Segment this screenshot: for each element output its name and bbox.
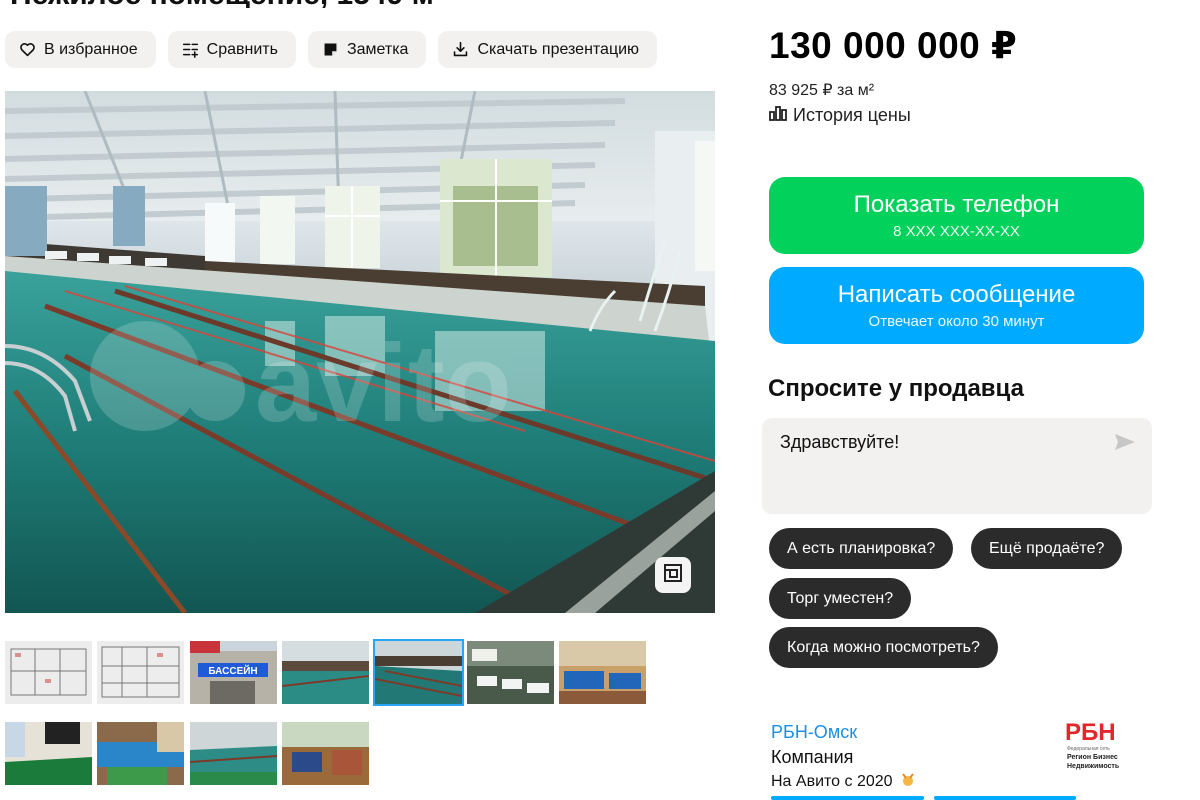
quick-question-chip[interactable]: Ещё продаёте? [971, 528, 1123, 569]
thumbnail[interactable] [282, 722, 369, 785]
listing-title: Нежилое помещение, 1549 м² [10, 0, 710, 8]
favorite-button[interactable]: В избранное [5, 31, 156, 68]
heart-icon [19, 41, 36, 58]
send-icon[interactable] [1114, 432, 1136, 457]
compare-icon [182, 41, 199, 58]
svg-text:avito: avito [255, 322, 512, 445]
ask-seller-message: Здравствуйте! [780, 432, 900, 452]
download-label: Скачать презентацию [477, 40, 640, 58]
price-history-label: История цены [793, 105, 911, 125]
thumbnail[interactable] [282, 641, 369, 704]
seller-logo-caption-2: Регион Бизнес [1067, 754, 1118, 761]
seller-since-text: На Авито с 2020 [771, 773, 893, 790]
expand-icon [663, 563, 683, 588]
contact-button-edge[interactable] [934, 796, 1076, 800]
seller-name-link[interactable]: РБН-Омск [771, 722, 857, 743]
medal-icon [900, 772, 916, 793]
seller-logo[interactable]: РБН Федеральная сеть Регион Бизнес Недви… [1062, 718, 1144, 776]
bar-chart-icon [769, 105, 787, 126]
show-phone-button[interactable]: Показать телефон 8 XXX XXX-XX-XX [769, 177, 1144, 254]
note-icon [322, 41, 339, 58]
price-per-m2: 83 925 ₽ за м² [769, 82, 875, 99]
quick-question-chip[interactable]: Торг уместен? [769, 578, 912, 619]
compare-label: Сравнить [206, 40, 278, 58]
listing-actions: В избранное Сравнить Заметка Скачать пре… [5, 31, 658, 68]
thumbnail[interactable] [559, 641, 646, 704]
thumbnail[interactable] [467, 641, 554, 704]
subscribe-button-edge[interactable] [771, 796, 924, 800]
reply-time-hint: Отвечает около 30 минут [868, 313, 1045, 330]
seller-type: Компания [771, 747, 854, 767]
listing-page: Нежилое помещение, 1549 м² В избранное С… [0, 0, 1200, 800]
compare-button[interactable]: Сравнить [167, 31, 296, 68]
ask-seller-title: Спросите у продавца [768, 375, 1024, 402]
note-button[interactable]: Заметка [307, 31, 427, 68]
quick-question-chip[interactable]: Когда можно посмотреть? [769, 627, 998, 668]
thumbnail[interactable]: БАССЕЙН [190, 641, 277, 704]
price-total: 130 000 000 ₽ [769, 25, 1018, 66]
download-presentation-button[interactable]: Скачать презентацию [438, 31, 658, 68]
show-phone-label: Показать телефон [853, 191, 1060, 218]
seller-since: На Авито с 2020 [771, 772, 916, 793]
open-gallery-button[interactable] [655, 557, 691, 593]
seller-logo-mark: РБН [1065, 719, 1116, 746]
download-icon [452, 41, 469, 58]
main-photo[interactable]: avito [5, 91, 715, 613]
seller-logo-caption-3: Недвижимость [1067, 763, 1120, 770]
thumbnail[interactable] [97, 641, 184, 704]
write-message-label: Написать сообщение [837, 281, 1076, 308]
thumbnail[interactable] [190, 722, 277, 785]
seller-logo-caption-1: Федеральная сеть [1067, 746, 1110, 752]
favorite-label: В избранное [44, 40, 138, 58]
masked-phone: 8 XXX XXX-XX-XX [893, 223, 1020, 240]
quick-question-chip[interactable]: А есть планировка? [769, 528, 954, 569]
thumbnail-active[interactable] [373, 639, 464, 706]
thumbnail[interactable] [97, 722, 184, 785]
thumbnail[interactable] [5, 722, 92, 785]
note-label: Заметка [346, 40, 409, 58]
thumbnail[interactable] [5, 641, 92, 704]
price-history-link[interactable]: История цены [769, 105, 911, 126]
write-message-button[interactable]: Написать сообщение Отвечает около 30 мин… [769, 267, 1144, 344]
thumbnail-sign: БАССЕЙН [208, 664, 257, 677]
ask-seller-input[interactable]: Здравствуйте! [762, 418, 1152, 514]
